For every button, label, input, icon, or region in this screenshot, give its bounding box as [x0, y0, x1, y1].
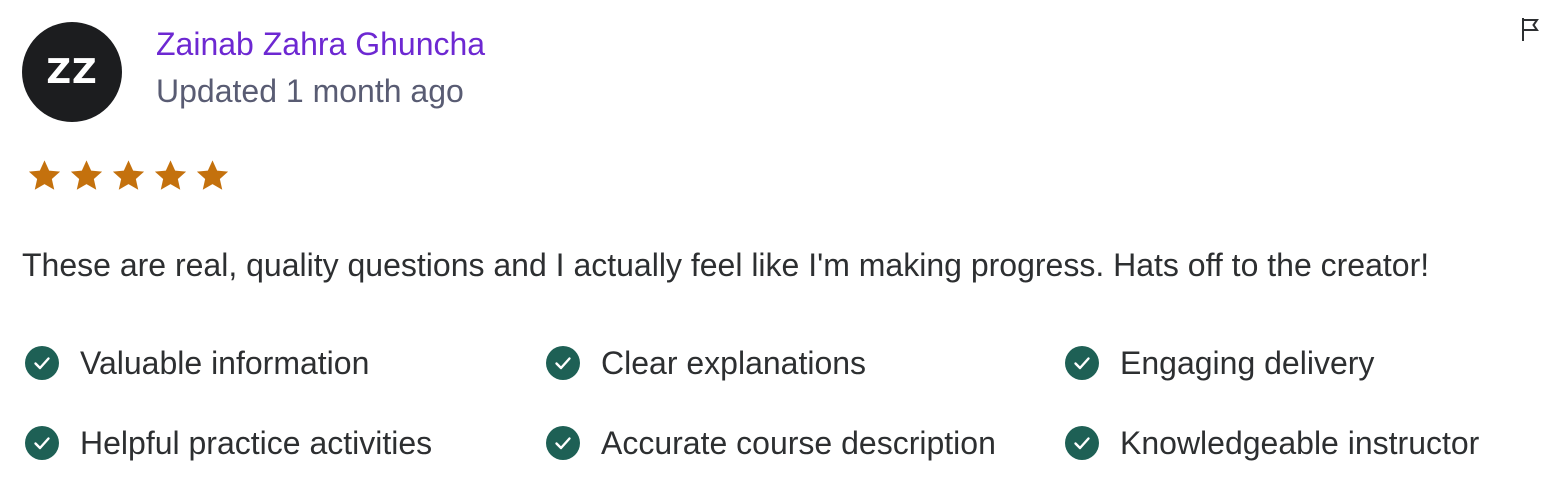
tag-label: Clear explanations	[601, 344, 867, 381]
tag-label: Knowledgeable instructor	[1120, 424, 1480, 461]
check-circle-icon	[546, 426, 580, 460]
check-circle-icon	[1065, 346, 1099, 380]
tag-item: Accurate course description	[546, 423, 996, 463]
check-circle-icon	[25, 346, 59, 380]
star-icon	[28, 160, 61, 190]
tag-label: Accurate course description	[601, 424, 996, 461]
flag-icon[interactable]	[1517, 14, 1547, 44]
tag-item: Knowledgeable instructor	[1065, 423, 1479, 463]
updated-timestamp: Updated 1 month ago	[156, 73, 464, 109]
star-icon	[196, 160, 229, 190]
tag-item: Clear explanations	[546, 343, 866, 383]
tag-label: Valuable information	[80, 344, 370, 381]
star-icon	[112, 160, 145, 190]
check-circle-icon	[1065, 426, 1099, 460]
star-icon	[70, 160, 103, 190]
tag-label: Helpful practice activities	[80, 424, 433, 461]
tag-item: Helpful practice activities	[25, 423, 432, 463]
check-circle-icon	[25, 426, 59, 460]
tag-item: Engaging delivery	[1065, 343, 1374, 383]
tag-item: Valuable information	[25, 343, 369, 383]
star-rating	[26, 158, 231, 194]
tag-label: Engaging delivery	[1120, 344, 1375, 381]
check-circle-icon	[546, 346, 580, 380]
reviewer-name-link[interactable]: Zainab Zahra Ghuncha	[156, 26, 485, 63]
review-text: These are real, quality questions and I …	[22, 247, 1430, 283]
avatar: ZZ	[22, 22, 122, 122]
review-card: ZZ Zainab Zahra Ghuncha Updated 1 month …	[0, 0, 1557, 480]
avatar-initials: ZZ	[46, 52, 98, 92]
star-icon	[154, 160, 187, 190]
